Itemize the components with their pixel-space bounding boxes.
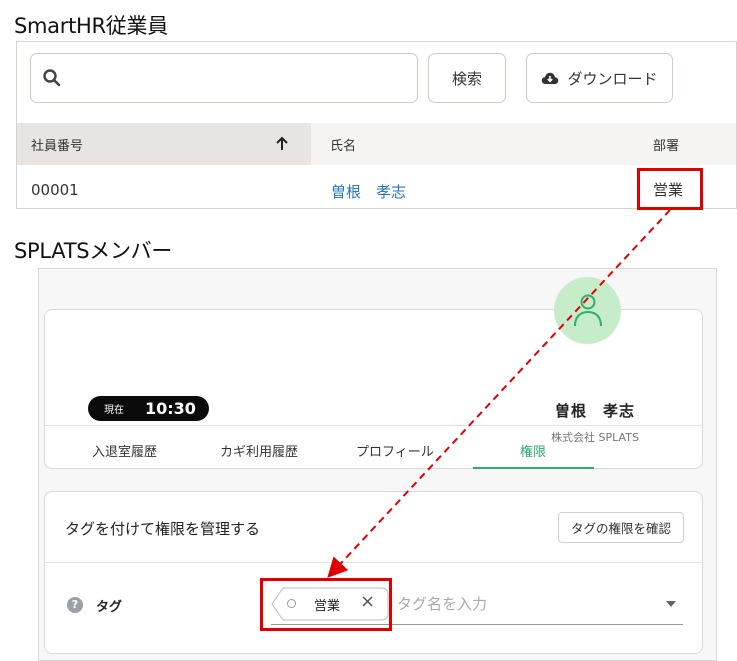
column-header-employee-id[interactable]: 社員番号 xyxy=(31,135,83,154)
column-header-name[interactable]: 氏名 xyxy=(330,135,356,154)
tab-entry-history[interactable]: 入退室履歴 xyxy=(92,441,157,460)
search-button-label: 検索 xyxy=(451,69,482,88)
question-circle-icon[interactable]: ? xyxy=(67,597,83,613)
smarthr-employee-panel: 検索 ダウンロード 社員番号 氏名 部署 00001 曽根 孝志 営業 xyxy=(16,41,737,209)
now-label: 現在 xyxy=(104,405,124,416)
current-time: 10:30 xyxy=(145,399,196,418)
search-box[interactable] xyxy=(30,53,418,103)
download-button-label: ダウンロード xyxy=(567,69,658,88)
active-tab-indicator xyxy=(473,467,594,469)
tab-key-history[interactable]: カギ利用履歴 xyxy=(220,441,298,460)
search-icon xyxy=(43,69,61,87)
profile-tabs: 入退室履歴 カギ利用履歴 プロフィール 権限 xyxy=(45,425,702,469)
highlight-box-department xyxy=(637,168,703,210)
column-header-department[interactable]: 部署 xyxy=(653,135,679,154)
table-cell-employee-id: 00001 xyxy=(31,181,79,199)
current-time-badge: 現在 10:30 xyxy=(88,396,209,421)
tag-name-input[interactable] xyxy=(397,587,617,621)
search-input[interactable] xyxy=(71,54,411,102)
avatar xyxy=(554,277,621,344)
cloud-download-icon xyxy=(542,72,559,84)
divider xyxy=(45,562,702,563)
arrow-up-icon[interactable] xyxy=(275,136,289,152)
tab-permissions[interactable]: 権限 xyxy=(520,441,546,460)
smarthr-section-title: SmartHR従業員 xyxy=(14,14,168,38)
tag-field-label: タグ xyxy=(96,600,123,615)
caret-down-icon[interactable] xyxy=(666,601,676,607)
check-tag-permissions-button[interactable]: タグの権限を確認 xyxy=(558,512,684,543)
tab-profile[interactable]: プロフィール xyxy=(356,441,434,460)
highlight-box-tag xyxy=(260,578,392,631)
member-name: 曽根 孝志 xyxy=(554,402,635,420)
table-cell-name-link[interactable]: 曽根 孝志 xyxy=(331,181,406,202)
search-button[interactable]: 検索 xyxy=(428,53,506,103)
download-button[interactable]: ダウンロード xyxy=(526,53,673,103)
splats-section-title: SPLATSメンバー xyxy=(14,239,173,263)
table-header: 社員番号 氏名 部署 xyxy=(17,123,736,165)
person-icon xyxy=(573,294,602,326)
permissions-title: タグを付けて権限を管理する xyxy=(65,520,261,538)
